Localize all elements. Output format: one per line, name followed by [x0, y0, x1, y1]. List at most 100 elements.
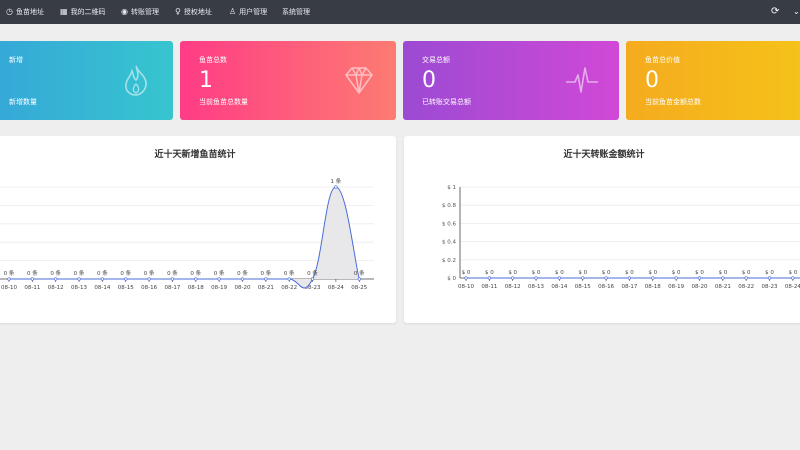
x-tick-label: 08-18: [645, 284, 661, 290]
x-tick-label: 08-24: [785, 284, 800, 290]
nav-item-users[interactable]: ♙ 用户管理: [229, 0, 267, 24]
data-point: [30, 277, 34, 281]
data-label: 0 条: [120, 269, 131, 277]
x-tick-label: 08-13: [528, 284, 544, 290]
nav-item-auth-address[interactable]: ♀ 授权地址: [175, 0, 212, 24]
data-point: [697, 276, 702, 280]
diamond-icon: [345, 67, 373, 94]
stat-card-total-value: 鱼苗总价值 0 当前鱼苗金额总数: [626, 41, 800, 120]
x-tick-label: 08-14: [551, 284, 567, 290]
data-label: 0 条: [74, 269, 85, 277]
card-subtitle: 当前鱼苗金额总数: [645, 98, 701, 106]
data-point: [334, 185, 338, 189]
data-label: 0 条: [97, 269, 108, 277]
data-point: [767, 276, 772, 280]
data-point: [651, 276, 655, 280]
data-label: 0 条: [167, 269, 178, 277]
chart-panel-transfer-amount: 近十天转账金额统计 $ 0 $ 0.2 $ 0.4 $ 0.6 $ 0.8 $ 1 08-1…: [404, 136, 800, 323]
y-tick-label: $ 0.8: [442, 203, 456, 209]
nav-item-label: 我的二维码: [70, 8, 106, 16]
card-subtitle: 已转账交易总额: [422, 98, 471, 106]
data-label: $ 0: [625, 270, 634, 276]
data-point: [77, 277, 81, 281]
y-tick-label: $ 0.4: [442, 240, 456, 246]
data-point: [487, 276, 491, 280]
card-label: 鱼苗总数: [199, 56, 227, 64]
data-label: 0 条: [354, 269, 365, 277]
data-label: $ 0: [695, 270, 704, 276]
data-point: [791, 276, 795, 280]
x-tick-label: 08-24: [328, 285, 344, 291]
nav-item-system[interactable]: 系统管理: [282, 0, 310, 24]
data-point: [511, 276, 515, 280]
nav-item-label: 转账管理: [130, 8, 159, 16]
data-point: [604, 276, 608, 280]
y-tick-label: $ 0: [447, 276, 456, 282]
x-tick-label: 08-25: [351, 285, 367, 291]
data-label: $ 0: [508, 270, 517, 276]
data-point: [264, 277, 268, 281]
x-tick-label: 08-12: [505, 284, 521, 290]
user-icon: ♙: [229, 7, 237, 16]
nav-item-fish-address[interactable]: ◷ 鱼苗地址: [6, 0, 44, 24]
data-label: $ 0: [555, 270, 564, 276]
x-tick-label: 08-13: [71, 285, 87, 291]
x-tick-label: 08-21: [715, 284, 731, 290]
data-point: [557, 276, 561, 280]
x-tick-label: 08-17: [164, 285, 180, 291]
chart-panel-new-fish: 近十天新增鱼苗统计 08-10 08-11 08-12 08-13 08-14 08-15…: [0, 136, 396, 323]
data-point: [7, 277, 11, 281]
x-tick-label: 08-10: [1, 285, 17, 291]
refresh-icon[interactable]: ⟳: [771, 0, 779, 24]
x-tick-label: 08-19: [211, 285, 227, 291]
data-label: $ 0: [485, 270, 494, 276]
chevron-down-icon[interactable]: ⌄: [793, 0, 800, 24]
x-tick-label: 08-15: [118, 285, 134, 291]
nav-item-label: 系统管理: [282, 8, 310, 16]
data-label: 0 条: [190, 269, 201, 277]
nav-item-qrcode[interactable]: ▦ 我的二维码: [60, 0, 106, 24]
x-tick-label: 08-21: [258, 285, 274, 291]
data-point: [357, 277, 361, 281]
x-tick-label: 08-20: [692, 284, 708, 290]
data-label: $ 0: [742, 270, 751, 276]
card-subtitle: 当前鱼苗总数量: [199, 98, 248, 106]
card-value: 0: [645, 68, 659, 93]
data-label: $ 0: [648, 270, 657, 276]
x-tick-label: 08-10: [458, 284, 474, 290]
nav-item-label: 授权地址: [183, 8, 212, 16]
data-label: $ 0: [718, 270, 727, 276]
data-label: $ 0: [532, 270, 541, 276]
stat-card-transaction: 交易总额 0 已转账交易总额: [403, 41, 619, 120]
data-point: [581, 276, 585, 280]
data-label: $ 0: [462, 270, 471, 276]
lightbulb-icon: ♀: [175, 7, 181, 16]
x-tick-label: 08-22: [281, 285, 297, 291]
x-tick-label: 08-11: [481, 284, 497, 290]
x-tick-label: 08-11: [24, 285, 40, 291]
x-tick-label: 08-12: [48, 285, 64, 291]
data-label: $ 0: [789, 270, 798, 276]
x-tick-label: 08-18: [188, 285, 204, 291]
data-point: [124, 277, 128, 281]
qrcode-icon: ▦: [60, 7, 68, 16]
nav-item-transfer[interactable]: ◉ 转账管理: [121, 0, 159, 24]
clock-icon: ◷: [6, 7, 13, 16]
data-label: 1 条: [331, 177, 342, 185]
x-tick-label: 08-17: [621, 284, 637, 290]
chart-transfer-amount: $ 0 $ 0.2 $ 0.4 $ 0.6 $ 0.8 $ 1 08-10 08-11 08-1…: [442, 185, 800, 290]
data-point: [674, 276, 678, 280]
chart-title: 近十天转账金额统计: [563, 150, 645, 160]
data-label: 0 条: [50, 269, 61, 277]
y-tick-label: $ 1: [447, 185, 456, 191]
x-tick-label: 08-20: [235, 285, 251, 291]
data-point: [100, 277, 104, 281]
data-point: [54, 277, 58, 281]
data-point: [217, 277, 221, 281]
card-value: 1: [199, 68, 213, 93]
x-tick-label: 08-23: [762, 284, 778, 290]
card-label: 新增: [9, 56, 23, 64]
top-nav: ◷ 鱼苗地址 ▦ 我的二维码 ◉ 转账管理 ♀ 授权地址 ♙ 用户管理 系统管理 ⟳ ⌄: [0, 0, 800, 24]
x-tick-label: 08-19: [668, 284, 684, 290]
data-label: 0 条: [284, 269, 295, 277]
